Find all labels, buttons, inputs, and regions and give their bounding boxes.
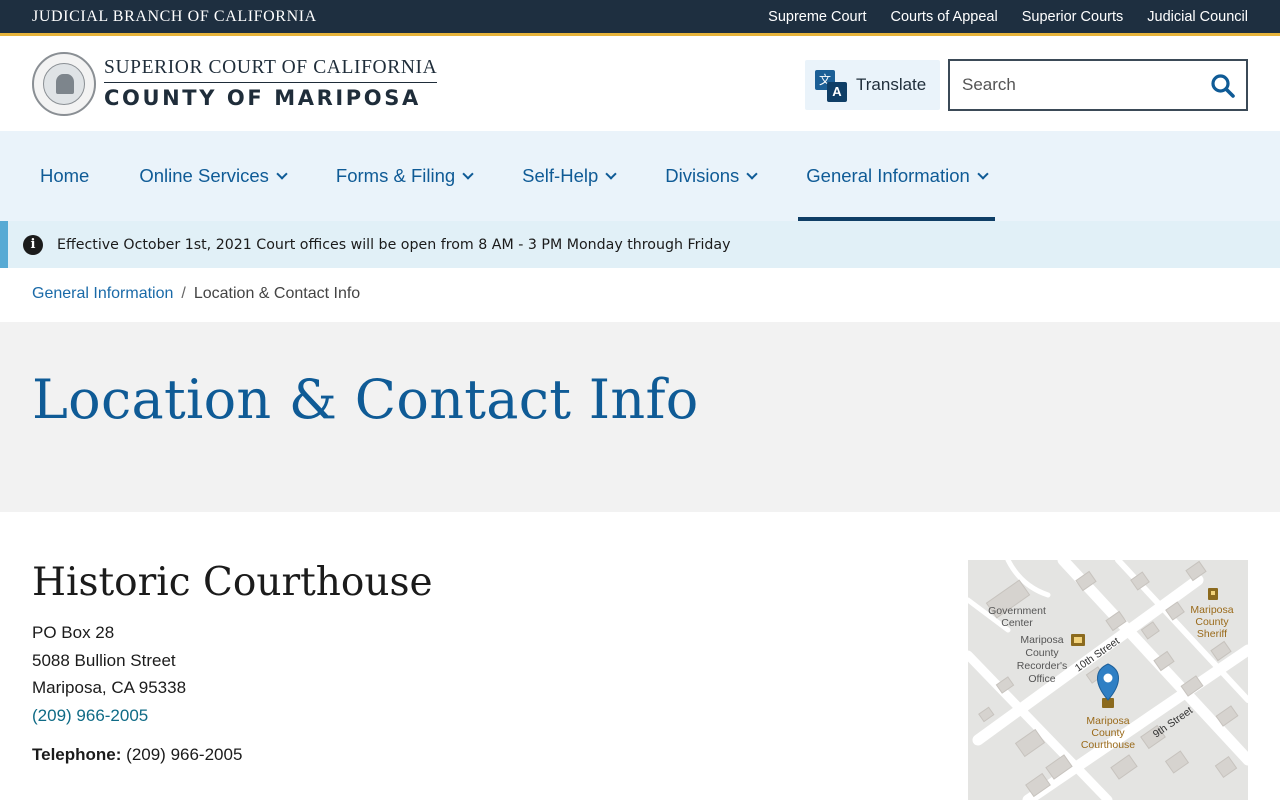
search-box — [948, 59, 1248, 111]
address-line-city: Mariposa, CA 95338 — [32, 678, 187, 697]
nav-item-general-information[interactable]: General Information — [798, 131, 995, 221]
breadcrumb-current: Location & Contact Info — [193, 285, 361, 302]
nav-item-label: Divisions — [665, 165, 740, 186]
map-canvas: Government Center Mariposa County Record… — [968, 560, 1248, 800]
hours-alert-banner: i Effective October 1st, 2021 Court offi… — [0, 221, 1280, 268]
nav-item-label: General Information — [806, 165, 970, 186]
top-utility-bar: JUDICIAL BRANCH OF CALIFORNIA Supreme Co… — [0, 0, 1280, 36]
map-label-courthouse-2: County — [1091, 727, 1125, 739]
map-label-government-center: Government — [988, 605, 1046, 617]
map-label-recorder-4: Office — [1028, 673, 1055, 685]
chevron-down-icon — [276, 167, 288, 180]
phone-link[interactable]: (209) 966-2005 — [32, 706, 148, 725]
page-title: Location & Contact Info — [32, 368, 699, 431]
nav-item-self-help[interactable]: Self-Help — [514, 131, 623, 221]
map-label-recorder-3: Recorder's — [1017, 660, 1067, 672]
library-icon — [1071, 634, 1085, 646]
map-label-recorder: Mariposa — [1020, 634, 1063, 646]
chevron-down-icon — [605, 167, 617, 180]
nav-item-forms-filing[interactable]: Forms & Filing — [328, 131, 480, 221]
map-label-courthouse-3: Courthouse — [1081, 739, 1135, 751]
address-block: PO Box 28 5088 Bullion Street Mariposa, … — [32, 619, 912, 729]
top-link-judicial-council[interactable]: Judicial Council — [1147, 9, 1248, 25]
map-label-government-center-2: Center — [1001, 617, 1033, 629]
breadcrumb: General Information / Location & Contact… — [32, 285, 360, 303]
info-icon: i — [23, 234, 43, 255]
location-map[interactable]: Government Center Mariposa County Record… — [968, 560, 1248, 800]
top-links: Supreme Court Courts of Appeal Superior … — [768, 9, 1248, 25]
nav-item-divisions[interactable]: Divisions — [657, 131, 764, 221]
chevron-down-icon — [977, 167, 989, 180]
search-icon[interactable] — [1210, 73, 1236, 99]
map-label-sheriff-3: Sheriff — [1197, 628, 1227, 640]
translate-icon: 文 A — [813, 66, 851, 104]
translate-button[interactable]: 文 A Translate — [805, 60, 940, 110]
map-label-recorder-2: County — [1025, 647, 1059, 659]
address-line-po-box: PO Box 28 — [32, 623, 115, 642]
nav-item-label: Home — [40, 165, 90, 186]
telephone-value: (209) 966-2005 — [126, 745, 243, 764]
nav-item-home[interactable]: Home — [32, 131, 97, 221]
chevron-down-icon — [746, 167, 758, 180]
location-name: Historic Courthouse — [32, 560, 433, 605]
breadcrumb-link-general-information[interactable]: General Information — [32, 285, 173, 303]
page-hero: Location & Contact Info — [0, 322, 1280, 512]
alert-text: Effective October 1st, 2021 Court office… — [57, 236, 731, 253]
sheriff-icon — [1208, 588, 1218, 600]
search-input[interactable] — [950, 63, 1200, 107]
site-header: SUPERIOR COURT OF CALIFORNIA COUNTY OF M… — [0, 39, 1280, 131]
court-logo-text[interactable]: SUPERIOR COURT OF CALIFORNIA COUNTY OF M… — [104, 57, 438, 110]
court-name-line2: COUNTY OF MARIPOSA — [104, 86, 421, 110]
chevron-down-icon — [462, 167, 474, 180]
nav-item-label: Self-Help — [522, 165, 599, 186]
nav-item-label: Online Services — [139, 165, 269, 186]
top-link-superior-courts[interactable]: Superior Courts — [1022, 9, 1124, 25]
main-nav: Home Online Services Forms & Filing Self… — [0, 131, 1280, 221]
map-label-sheriff: Mariposa — [1190, 604, 1233, 616]
nav-item-online-services[interactable]: Online Services — [131, 131, 294, 221]
court-name-line1: SUPERIOR COURT OF CALIFORNIA — [104, 57, 438, 83]
telephone-row: Telephone: (209) 966-2005 — [32, 745, 912, 765]
judicial-branch-brand[interactable]: JUDICIAL BRANCH OF CALIFORNIA — [32, 8, 317, 26]
nav-item-label: Forms & Filing — [335, 165, 456, 186]
address-line-street: 5088 Bullion Street — [32, 650, 176, 670]
location-details: Historic Courthouse PO Box 28 5088 Bulli… — [32, 560, 912, 765]
breadcrumb-separator: / — [181, 285, 186, 302]
top-link-courts-of-appeal[interactable]: Courts of Appeal — [890, 9, 997, 25]
map-label-courthouse: Mariposa — [1086, 715, 1129, 727]
translate-label: Translate — [856, 75, 927, 94]
court-seal-icon[interactable] — [32, 52, 96, 116]
map-label-sheriff-2: County — [1195, 616, 1229, 628]
top-link-supreme-court[interactable]: Supreme Court — [768, 9, 866, 25]
telephone-label: Telephone: — [32, 745, 122, 764]
